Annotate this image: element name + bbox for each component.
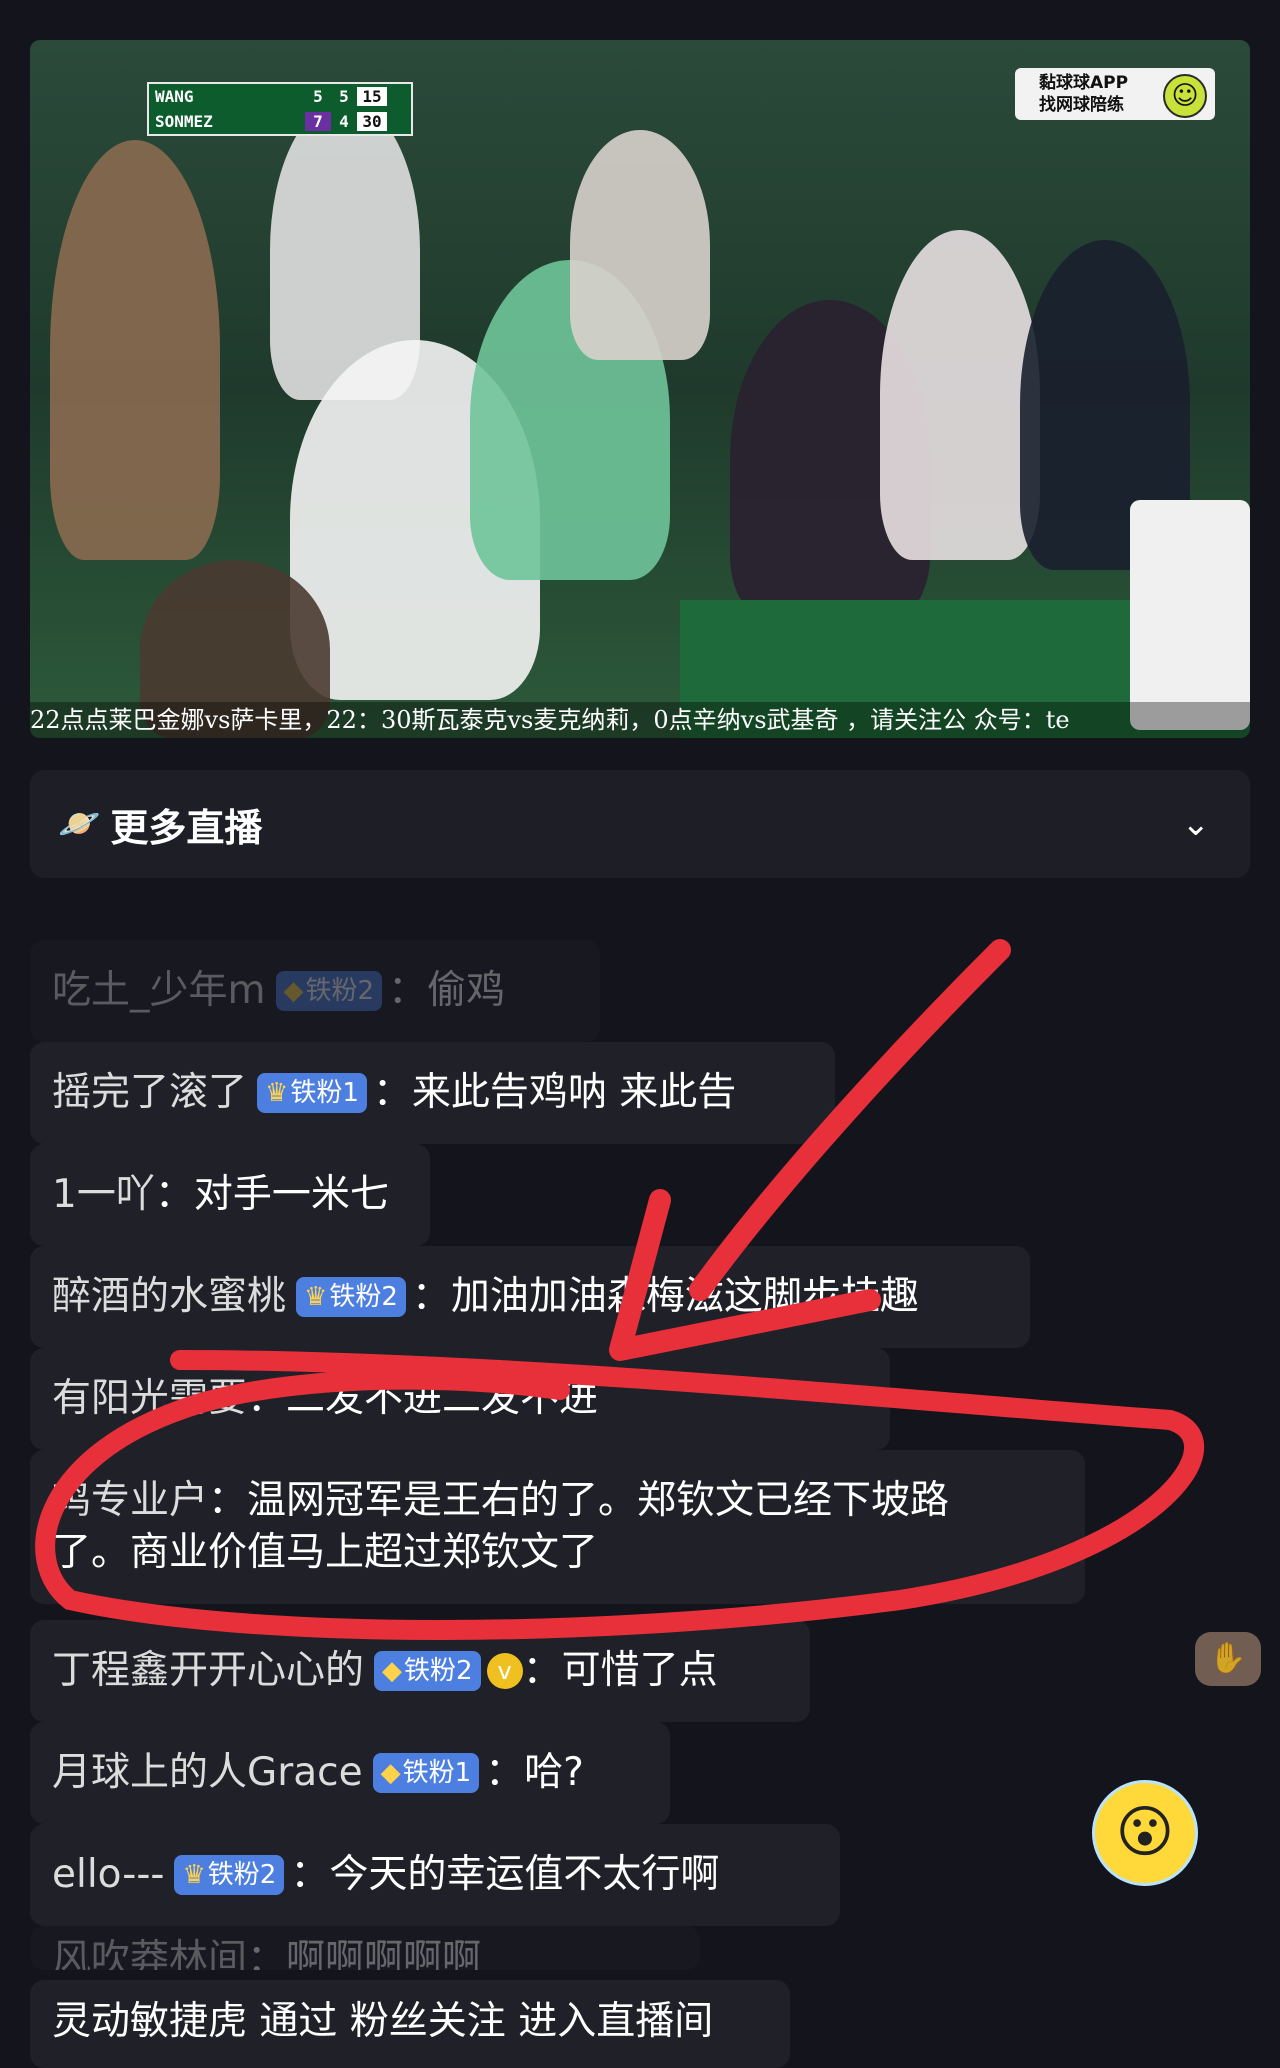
planet-icon: 🪐 — [58, 804, 101, 844]
spectator — [50, 140, 220, 560]
fan-badge-label: 铁粉1 — [402, 1757, 472, 1788]
fan-badge: ♛铁粉1 — [257, 1072, 367, 1113]
app-promo-badge[interactable]: 黏球球APP 找网球陪练 ☺ — [1015, 68, 1215, 120]
chat-text: 哈? — [524, 1750, 584, 1795]
chat-separator: ： — [411, 1274, 451, 1319]
fan-badge: ◆铁粉1 — [372, 1752, 480, 1793]
set-score: 5 — [339, 87, 349, 106]
chat-separator: ： — [247, 1937, 287, 1970]
chat-message: 月球上的人Grace ◆铁粉1 ：哈? — [30, 1722, 670, 1824]
set-score: 7 — [305, 112, 331, 131]
fan-badge-label: 铁粉2 — [329, 1281, 398, 1312]
video-player[interactable]: WANG 5 5 15 SONMEZ 7 4 30 黏球球APP 找网球陪练 ☺… — [30, 40, 1250, 738]
chat-text: 偷鸡 — [427, 968, 506, 1013]
chevron-down-icon[interactable]: ⌄ — [1182, 804, 1211, 844]
fan-badge: ◆铁粉2 — [275, 970, 383, 1011]
hand-icon[interactable]: ✋ — [1195, 1632, 1261, 1686]
chat-username[interactable]: 月球上的人Grace — [52, 1750, 363, 1795]
chat-message: 1一吖：对手一米七 — [30, 1144, 430, 1246]
verified-icon: v — [486, 1652, 523, 1689]
chat-text: 今天的幸运值不太行啊 — [329, 1852, 720, 1897]
more-live-label: 更多直播 — [110, 805, 263, 850]
chat-message: 吃土_少年m ◆铁粉2 ：偷鸡 — [30, 940, 600, 1042]
chat-message: 摇完了滚了 ♛铁粉1 ：来此告鸡呐 来此告 — [30, 1042, 835, 1144]
crown-icon: ♛ — [304, 1281, 328, 1312]
chat-username[interactable]: 鸡专业户 — [52, 1478, 208, 1523]
chat-text: 可惜了点 — [561, 1648, 718, 1693]
diamond-icon: ◆ — [283, 975, 304, 1006]
game-points: 30 — [357, 112, 387, 131]
chat-message: 鸡专业户：温网冠军是王右的了。郑钦文已经下坡路 了。商业价值马上超过郑钦文了 — [30, 1450, 1085, 1604]
chat-message: ello--- ♛铁粉2 ：今天的幸运值不太行啊 — [30, 1824, 840, 1926]
crown-icon: ♛ — [265, 1077, 289, 1108]
chat-message: 丁程鑫开开心心的 ◆铁粉2 v ：可惜了点 — [30, 1620, 810, 1722]
chat-username[interactable]: 1一吖 — [52, 1172, 155, 1217]
chat-text-continued: 了。商业价值马上超过郑钦文了 — [52, 1530, 599, 1575]
diamond-icon: ◆ — [382, 1655, 403, 1686]
chat-separator: ： — [247, 1376, 287, 1421]
chat-username[interactable]: ello--- — [52, 1852, 164, 1897]
chat-message: 风吹莽林间：啊啊啊啊啊 — [30, 1926, 700, 1970]
surprised-face-icon[interactable]: 😮 — [1092, 1780, 1198, 1886]
fan-badge-label: 铁粉2 — [404, 1655, 473, 1686]
chat-text: 温网冠军是王右的了。郑钦文已经下坡路 — [247, 1478, 950, 1523]
towel — [1130, 500, 1250, 730]
fan-badge: ◆铁粉2 — [374, 1650, 481, 1691]
game-points: 15 — [357, 87, 387, 106]
crown-icon: ♛ — [182, 1859, 206, 1890]
chat-username[interactable]: 吃土_少年m — [52, 968, 266, 1013]
fan-badge: ♛铁粉2 — [174, 1854, 285, 1895]
more-live-dropdown[interactable]: 🪐 更多直播 ⌄ — [30, 770, 1250, 878]
chat-message: 有阳光需要：二发不进二发不进 — [30, 1348, 890, 1450]
chat-text: 啊啊啊啊啊 — [286, 1937, 482, 1970]
chat-text: 二发不进二发不进 — [286, 1376, 599, 1421]
player-name: SONMEZ — [155, 112, 213, 131]
smiley-icon: ☺ — [1163, 74, 1207, 118]
player-name: WANG — [155, 87, 194, 106]
spectator — [570, 130, 710, 360]
chat-text: 对手一米七 — [193, 1172, 389, 1217]
chat-username[interactable]: 醉酒的水蜜桃 — [52, 1274, 286, 1319]
entry-notice-text: 灵动敏捷虎 通过 粉丝关注 进入直播间 — [52, 1999, 714, 2044]
score-row: WANG 5 5 15 — [149, 84, 411, 109]
fan-badge-label: 铁粉2 — [305, 975, 375, 1006]
fan-badge: ♛铁粉2 — [296, 1276, 406, 1317]
chat-username[interactable]: 风吹莽林间 — [52, 1937, 247, 1970]
chat-separator: ： — [372, 1070, 412, 1115]
fan-badge-label: 铁粉1 — [290, 1077, 359, 1108]
chat-separator: ： — [208, 1478, 248, 1523]
set-score: 4 — [339, 112, 349, 131]
chat-username[interactable]: 有阳光需要 — [52, 1376, 247, 1421]
chat-text: 加油加油森梅滋这脚步挂趣 — [450, 1274, 919, 1319]
chat-message: 醉酒的水蜜桃 ♛铁粉2 ：加油加油森梅滋这脚步挂趣 — [30, 1246, 1030, 1348]
score-row: SONMEZ 7 4 30 — [149, 109, 411, 134]
chat-username[interactable]: 丁程鑫开开心心的 — [52, 1648, 364, 1693]
spectator — [880, 230, 1040, 560]
chat-separator: ： — [522, 1648, 562, 1693]
chat-separator: ： — [290, 1852, 330, 1897]
chat-username[interactable]: 摇完了滚了 — [52, 1070, 247, 1115]
chat-separator: ： — [154, 1172, 194, 1217]
entry-notice: 灵动敏捷虎 通过 粉丝关注 进入直播间 — [30, 1980, 790, 2068]
chat-text: 来此告鸡呐 来此告 — [411, 1070, 737, 1115]
chat-separator: ： — [485, 1750, 525, 1795]
fan-badge-label: 铁粉2 — [207, 1859, 277, 1890]
scoreboard: WANG 5 5 15 SONMEZ 7 4 30 — [147, 82, 413, 136]
chat-separator: ： — [388, 968, 428, 1013]
scrolling-ticker: 22点点莱巴金娜vs萨卡里，22：30斯瓦泰克vs麦克纳莉，0点辛纳vs武基奇 … — [30, 702, 1250, 738]
diamond-icon: ◆ — [380, 1757, 401, 1788]
set-score: 5 — [313, 87, 323, 106]
